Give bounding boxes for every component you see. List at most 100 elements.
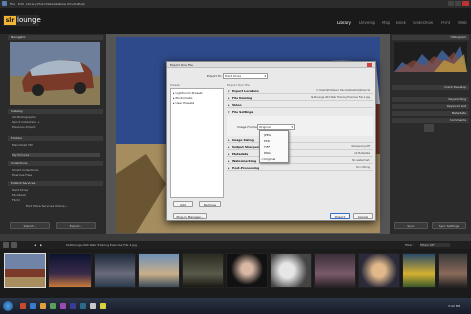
- taskbar-app-icon[interactable]: [80, 303, 86, 309]
- export-button[interactable]: Export...: [56, 222, 96, 229]
- sync-settings-button[interactable]: Sync Settings: [432, 222, 466, 229]
- maximize-button[interactable]: [455, 1, 461, 6]
- filmstrip-thumbnail[interactable]: [270, 253, 312, 288]
- cancel-button[interactable]: Cancel: [353, 213, 373, 219]
- filmstrip-thumbnail[interactable]: [438, 253, 468, 288]
- catalog-header[interactable]: Catalog: [8, 109, 103, 114]
- add-preset-button[interactable]: Add: [173, 201, 193, 207]
- section-image-sizing[interactable]: ▸ Image Sizing: [227, 137, 373, 143]
- disclosure-icon: ▾: [228, 110, 230, 114]
- folder-item[interactable]: My Pictures: [12, 153, 100, 157]
- menu-library[interactable]: Library: [26, 2, 37, 6]
- keyword-list-header[interactable]: Keyword List: [392, 104, 469, 109]
- format-option-psd[interactable]: PSD: [264, 139, 270, 143]
- forward-arrow-icon[interactable]: ▶: [40, 243, 42, 247]
- section-watermarking[interactable]: ▸ Watermarking No watermark: [227, 158, 373, 164]
- dialog-title-bar[interactable]: Export One File: [167, 62, 375, 68]
- menu-file[interactable]: File: [10, 2, 15, 6]
- export-dialog: Export One File Export To: Hard Drive ▾ …: [166, 61, 376, 221]
- section-metadata[interactable]: ▸ Metadata All Metadata: [227, 151, 373, 157]
- preset-item-lightroom[interactable]: ▸ Lightroom Presets: [173, 91, 203, 95]
- histogram-header[interactable]: Histogram: [392, 35, 469, 40]
- module-map[interactable]: Map: [382, 21, 390, 25]
- metadata-header[interactable]: Metadata: [392, 111, 469, 116]
- navigator-preview[interactable]: [10, 42, 100, 105]
- module-book[interactable]: Book: [396, 21, 406, 25]
- back-arrow-icon[interactable]: ◀: [34, 243, 36, 247]
- section-output-sharpening[interactable]: ▸ Output Sharpening Sharpening Off: [227, 144, 373, 150]
- filmstrip-thumbnail[interactable]: [226, 253, 268, 288]
- publish-header[interactable]: Publish Services: [8, 181, 103, 186]
- section-summary: All Metadata: [354, 152, 370, 155]
- filmstrip-thumbnail[interactable]: [314, 253, 356, 288]
- taskbar-app-icon[interactable]: [50, 303, 56, 309]
- folders-header[interactable]: Folders: [8, 136, 103, 141]
- filmstrip-thumbnail[interactable]: [182, 253, 224, 288]
- remove-preset-button[interactable]: Remove: [199, 201, 221, 207]
- quick-develop-header[interactable]: Quick Develop: [392, 85, 469, 90]
- taskbar-app-icon[interactable]: [30, 303, 36, 309]
- taskbar-app-icon[interactable]: [40, 303, 46, 309]
- section-video[interactable]: ▸ Video: [227, 102, 373, 108]
- find-more-services-link[interactable]: Find More Services Online...: [26, 204, 86, 208]
- collection-item[interactable]: Smart Collections: [12, 168, 100, 172]
- dialog-close-icon[interactable]: [367, 63, 372, 67]
- plugin-manager-button[interactable]: Plug-in Manager...: [173, 213, 207, 219]
- module-print[interactable]: Print: [441, 21, 450, 25]
- publish-item[interactable]: Hard Drive: [12, 188, 100, 192]
- publish-item[interactable]: Facebook: [12, 193, 100, 197]
- catalog-item[interactable]: All Photographs: [12, 115, 100, 119]
- menu-help[interactable]: Help: [78, 2, 85, 6]
- catalog-item[interactable]: Quick Collection +: [12, 120, 100, 124]
- module-slideshow[interactable]: Slideshow: [413, 21, 433, 25]
- filmstrip-thumbnail[interactable]: [48, 253, 92, 288]
- module-web[interactable]: Web: [458, 21, 467, 25]
- filmstrip-thumbnail[interactable]: [4, 253, 46, 288]
- keywording-header[interactable]: Keywording: [392, 97, 469, 102]
- filmstrip-source-path[interactable]: SLRlounge-004 Web Training Exercise File…: [66, 243, 216, 247]
- grid-view-icon[interactable]: [3, 242, 9, 248]
- comments-header[interactable]: Comments: [392, 118, 469, 123]
- menu-edit[interactable]: Edit: [18, 2, 24, 6]
- start-button[interactable]: [3, 301, 13, 311]
- taskbar-app-icon[interactable]: [70, 303, 76, 309]
- menu-photo[interactable]: Photo: [37, 2, 46, 6]
- collection-item[interactable]: Exercise Files: [12, 173, 100, 177]
- menu-view[interactable]: View: [59, 2, 66, 6]
- navigator-header[interactable]: Navigator: [8, 35, 103, 40]
- preset-list[interactable]: ▸ Lightroom Presets ▸ Photomatix ▸ User …: [170, 88, 224, 198]
- filmstrip-thumbnail[interactable]: [402, 253, 436, 288]
- section-file-naming[interactable]: ▸ File Naming SLRlounge-004 Web Training E…: [227, 95, 373, 101]
- taskbar-app-icon[interactable]: [90, 303, 96, 309]
- taskbar-app-icon[interactable]: [100, 303, 106, 309]
- folder-item[interactable]: Macintosh HD: [12, 143, 100, 147]
- export-to-dropdown[interactable]: Hard Drive ▾: [223, 73, 268, 79]
- minimize-button[interactable]: [448, 1, 454, 6]
- filmstrip-thumbnail[interactable]: [138, 253, 180, 288]
- preset-item-user[interactable]: ▸ User Presets: [173, 101, 194, 105]
- format-option-original[interactable]: ✓Original: [261, 157, 275, 161]
- format-option-tiff[interactable]: TIFF: [264, 145, 270, 149]
- catalog-item[interactable]: Previous Import: [12, 125, 100, 129]
- collections-header[interactable]: Collections: [8, 161, 103, 166]
- module-library[interactable]: Library: [337, 21, 351, 25]
- import-button[interactable]: Import...: [10, 222, 50, 229]
- section-file-settings[interactable]: ▾ File Settings: [227, 109, 373, 115]
- filmstrip-thumbnail[interactable]: [358, 253, 400, 288]
- preset-label: User Presets: [175, 101, 195, 105]
- preset-item-photomatix[interactable]: ▸ Photomatix: [173, 96, 193, 100]
- close-button[interactable]: [462, 1, 469, 6]
- module-develop[interactable]: Develop: [359, 21, 375, 25]
- filter-dropdown[interactable]: Filters Off: [420, 243, 450, 247]
- export-confirm-button[interactable]: Export: [330, 213, 350, 219]
- publish-item[interactable]: Flickr: [12, 198, 100, 202]
- section-export-location[interactable]: ▾ Export Location C:\Users\Professor Denni…: [227, 88, 373, 94]
- taskbar-app-icon[interactable]: [60, 303, 66, 309]
- taskbar-app-icon[interactable]: [20, 303, 26, 309]
- section-post-processing[interactable]: ▸ Post-Processing Do nothing: [227, 165, 373, 171]
- format-option-jpeg[interactable]: JPEG: [264, 133, 271, 137]
- second-window-icon[interactable]: [11, 242, 17, 248]
- filmstrip-thumbnail[interactable]: [94, 253, 136, 288]
- sync-button[interactable]: Sync: [394, 222, 428, 229]
- format-option-dng[interactable]: DNG: [264, 151, 271, 155]
